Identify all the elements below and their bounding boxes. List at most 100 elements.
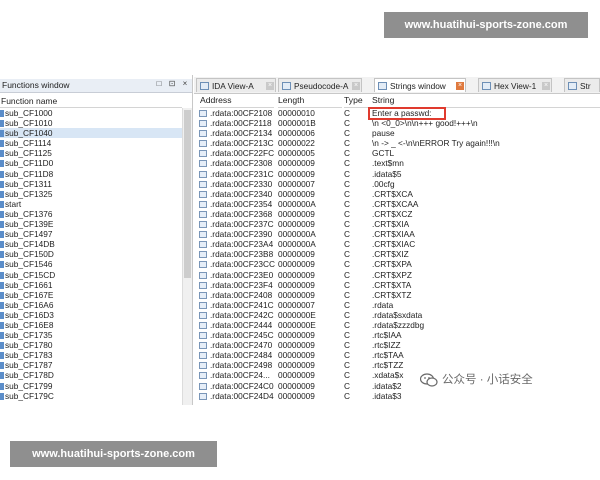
string-row[interactable]: .rdata:00CF2368 00000009 C .CRT$XCZ: [194, 209, 600, 219]
function-list-item[interactable]: sub_CF1799: [0, 381, 182, 391]
string-cell-type: C: [344, 168, 350, 179]
close-icon[interactable]: ×: [181, 80, 189, 88]
string-row[interactable]: .rdata:00CF24C0 00000009 C .idata$2: [194, 381, 600, 391]
string-row[interactable]: .rdata:00CF23B8 00000009 C .CRT$XIZ: [194, 249, 600, 259]
string-cell-type: C: [344, 198, 350, 209]
function-list-item[interactable]: sub_CF16A6: [0, 300, 182, 310]
function-list-item[interactable]: sub_CF1787: [0, 360, 182, 370]
function-list-item[interactable]: sub_CF1546: [0, 259, 182, 269]
string-cell-type: C: [344, 108, 350, 118]
function-list-item[interactable]: sub_CF11D8: [0, 169, 182, 179]
string-cell-address: .rdata:00CF231C: [210, 168, 274, 179]
function-list-scrollbar[interactable]: [182, 108, 192, 405]
tab-ida-view-a[interactable]: IDA View-A ×: [196, 78, 276, 92]
string-row[interactable]: .rdata:00CF2390 0000000A C .CRT$XIAA: [194, 229, 600, 239]
string-cell-address: .rdata:00CF2390: [210, 229, 273, 240]
string-row[interactable]: .rdata:00CF2134 00000006 Cpause: [194, 128, 600, 138]
function-list-item[interactable]: sub_CF1376: [0, 209, 182, 219]
function-list-item[interactable]: sub_CF179C: [0, 391, 182, 401]
string-row[interactable]: .rdata:00CF24D4 00000009 C .idata$3: [194, 391, 600, 401]
string-row[interactable]: .rdata:00CF24... 00000009 C .xdata$x: [194, 370, 600, 380]
string-column-header[interactable]: String: [372, 94, 600, 108]
scrollbar-thumb[interactable]: [184, 110, 191, 278]
string-row[interactable]: .rdata:00CF245C 00000009 C .rtc$IAA: [194, 330, 600, 340]
string-row[interactable]: .rdata:00CF2340 00000009 C .CRT$XCA: [194, 189, 600, 199]
function-list-item[interactable]: sub_CF139E: [0, 219, 182, 229]
string-row[interactable]: .rdata:00CF213C 00000022 C \n -> _ <-\n\nER…: [194, 138, 600, 148]
string-row[interactable]: .rdata:00CF23CC 00000009 C .CRT$XPA: [194, 259, 600, 269]
string-entry-icon: [199, 291, 207, 299]
tab-pseudocode-a[interactable]: Pseudocode-A ×: [278, 78, 362, 92]
function-list-item[interactable]: sub_CF1325: [0, 189, 182, 199]
function-list-item[interactable]: sub_CF11D0: [0, 158, 182, 168]
string-entry-icon: [199, 200, 207, 208]
string-cell-type: C: [344, 229, 350, 240]
close-tab-icon[interactable]: ×: [456, 82, 464, 90]
string-cell-string: .CRT$XCA: [372, 188, 413, 199]
string-row[interactable]: .rdata:00CF2484 00000009 C .rtc$TAA: [194, 350, 600, 360]
string-row[interactable]: .rdata:00CF237C 00000009 C .CRT$XIA: [194, 219, 600, 229]
close-tab-icon[interactable]: ×: [352, 82, 360, 90]
string-row[interactable]: .rdata:00CF2408 00000009 C .CRT$XTZ: [194, 290, 600, 300]
string-row[interactable]: .rdata:00CF23A4 0000000A C .CRT$XIAC: [194, 239, 600, 249]
string-cell-string: .rtc$IAA: [372, 330, 402, 341]
close-tab-icon[interactable]: ×: [266, 82, 274, 90]
function-name: sub_CF1000: [5, 108, 53, 118]
tab-structures[interactable]: Str: [564, 78, 600, 92]
function-icon: [0, 110, 4, 117]
function-list-item[interactable]: sub_CF1780: [0, 340, 182, 350]
function-list-item[interactable]: sub_CF1311: [0, 179, 182, 189]
function-list-item[interactable]: sub_CF14DB: [0, 239, 182, 249]
function-list-item[interactable]: sub_CF1661: [0, 280, 182, 290]
string-row[interactable]: .rdata:00CF2498 00000009 C .rtc$TZZ: [194, 360, 600, 370]
tab-hex-view-1[interactable]: Hex View-1 ×: [478, 78, 552, 92]
function-list-item[interactable]: sub_CF1114: [0, 138, 182, 148]
address-column-header[interactable]: Address: [200, 94, 274, 108]
string-row[interactable]: .rdata:00CF231C 00000009 C .idata$5: [194, 169, 600, 179]
string-cell-string: .idata$2: [372, 380, 402, 391]
string-row[interactable]: .rdata:00CF2354 0000000A C .CRT$XCAA: [194, 199, 600, 209]
string-row[interactable]: .rdata:00CF242C 0000000E C .rdata$sxdata: [194, 310, 600, 320]
function-list-item[interactable]: sub_CF15CD: [0, 270, 182, 280]
function-list-item[interactable]: sub_CF16E8: [0, 320, 182, 330]
string-cell-type: C: [344, 259, 350, 270]
float-icon[interactable]: ⊡: [168, 80, 176, 88]
string-row[interactable]: .rdata:00CF2444 0000000E C .rdata$zzzdbg: [194, 320, 600, 330]
function-list-item[interactable]: sub_CF1040: [0, 128, 182, 139]
string-cell-length: 00000009: [278, 350, 315, 361]
string-row[interactable]: .rdata:00CF23E0 00000009 C .CRT$XPZ: [194, 270, 600, 280]
string-cell-length: 00000009: [278, 330, 315, 341]
function-list-item[interactable]: sub_CF1000: [0, 108, 182, 118]
string-row[interactable]: .rdata:00CF2308 00000009 C .text$mn: [194, 158, 600, 168]
function-list-item[interactable]: sub_CF178D: [0, 370, 182, 380]
function-list-item[interactable]: sub_CF16D3: [0, 310, 182, 320]
type-column-header[interactable]: Type: [344, 94, 370, 108]
function-list-item[interactable]: sub_CF1125: [0, 148, 182, 158]
function-list-item[interactable]: sub_CF1497: [0, 229, 182, 239]
function-list-item[interactable]: sub_CF150D: [0, 249, 182, 259]
string-entry-icon: [199, 241, 207, 249]
close-tab-icon[interactable]: ×: [542, 82, 550, 90]
string-cell-type: C: [344, 360, 350, 371]
string-cell-address: .rdata:00CF2354: [210, 198, 273, 209]
function-list-item[interactable]: start: [0, 199, 182, 209]
function-list-item[interactable]: sub_CF1010: [0, 118, 182, 128]
string-cell-string: .rtc$TAA: [372, 350, 404, 361]
function-list-item[interactable]: sub_CF1783: [0, 350, 182, 360]
string-row[interactable]: .rdata:00CF23F4 00000009 C .CRT$XTA: [194, 280, 600, 290]
function-name-header[interactable]: Function name: [0, 95, 182, 108]
function-icon: [0, 221, 4, 229]
restore-icon[interactable]: □: [155, 80, 163, 88]
function-name: sub_CF1661: [5, 279, 53, 290]
length-column-header[interactable]: Length: [278, 94, 342, 108]
function-list-item[interactable]: sub_CF167E: [0, 290, 182, 300]
string-row[interactable]: .rdata:00CF2330 00000007 C .00cfg: [194, 179, 600, 189]
function-list-item[interactable]: sub_CF1735: [0, 330, 182, 340]
string-row[interactable]: .rdata:00CF241C 00000007 C .rdata: [194, 300, 600, 310]
string-entry-icon: [199, 382, 207, 390]
tab-strings-window[interactable]: Strings window ×: [374, 78, 466, 92]
function-name: sub_CF139E: [5, 219, 54, 230]
string-row[interactable]: .rdata:00CF2470 00000009 C .rtc$IZZ: [194, 340, 600, 350]
string-cell-address: .rdata:00CF2444: [210, 319, 273, 330]
string-row[interactable]: .rdata:00CF22FC 00000005 C GCTL: [194, 148, 600, 158]
